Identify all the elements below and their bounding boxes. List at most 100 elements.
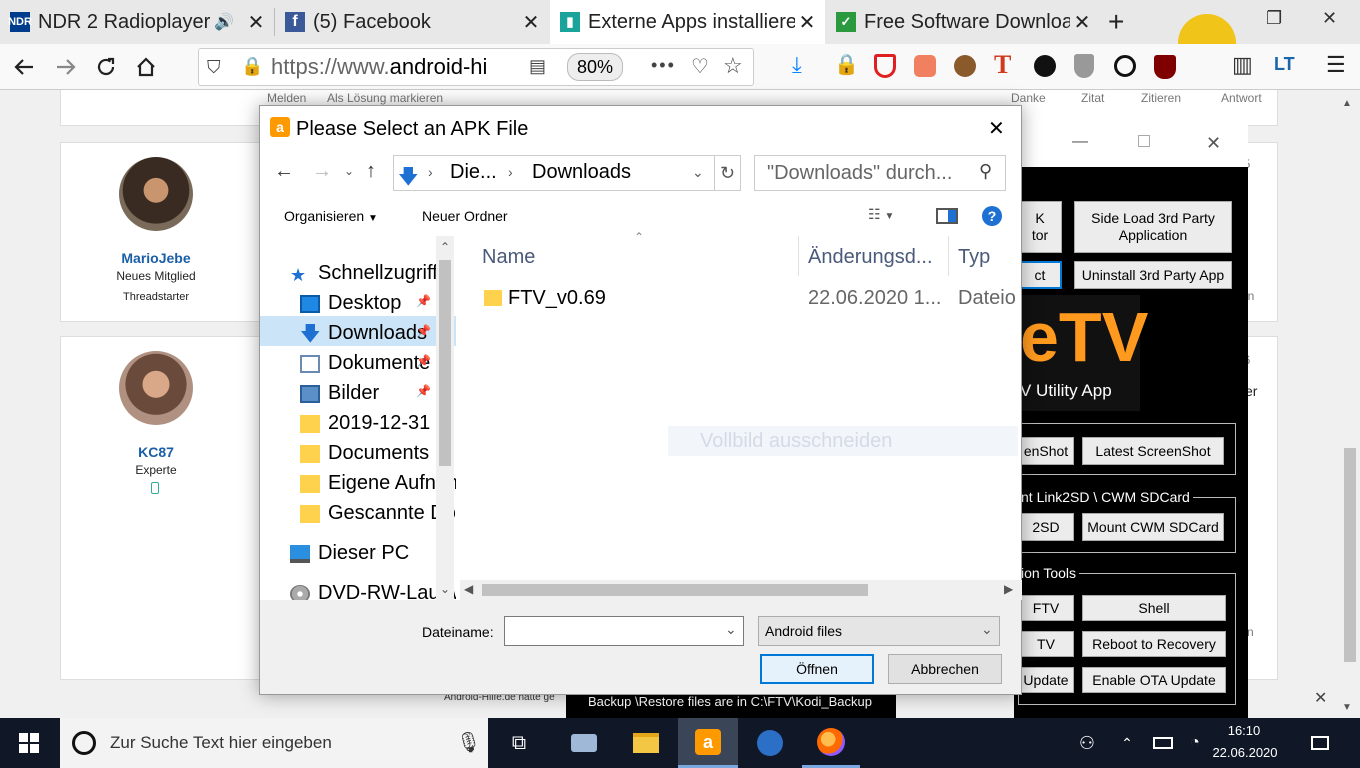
close-banner-icon[interactable]: ✕ xyxy=(1314,688,1327,708)
tab-free-software[interactable]: ✓ Free Software Download ✕ xyxy=(826,0,1100,44)
chevron-down-icon[interactable]: ⌄ xyxy=(725,621,737,638)
pocket-icon[interactable]: ♡ xyxy=(691,54,709,79)
thunderbird-icon[interactable] xyxy=(742,718,798,768)
enable-ota-button[interactable]: Enable OTA Update xyxy=(1082,667,1226,693)
reboot-recovery-button[interactable]: Reboot to Recovery xyxy=(1082,631,1226,657)
back-button[interactable] xyxy=(6,44,42,90)
camera-app-icon[interactable] xyxy=(556,718,612,768)
close-window-button[interactable]: ✕ xyxy=(1322,8,1337,29)
chevron-down-icon[interactable]: ⌄ xyxy=(981,621,993,638)
nav-item-folder[interactable]: Eigene Aufnahmen xyxy=(300,472,456,495)
thanks-link[interactable]: Danke xyxy=(1011,91,1046,105)
shell-button[interactable]: Shell xyxy=(1082,595,1226,621)
hamburger-menu-icon[interactable]: ☰ xyxy=(1326,52,1346,78)
firefox-icon[interactable] xyxy=(802,718,860,768)
nav-item-folder[interactable]: Documents xyxy=(300,442,429,465)
dialog-close-button[interactable]: ✕ xyxy=(988,116,1005,141)
minimize-button[interactable]: — xyxy=(1072,133,1088,151)
search-field[interactable]: "Downloads" durch... ⚲ xyxy=(754,155,1006,191)
zoom-level[interactable]: 80% xyxy=(567,53,623,81)
quote-plus-link[interactable]: Zitat xyxy=(1081,91,1104,105)
breadcrumb-segment[interactable]: Die... xyxy=(450,161,497,184)
scrollbar-thumb[interactable] xyxy=(482,584,868,596)
reply-link[interactable]: Antwort xyxy=(1221,91,1262,105)
privacy-shield-icon[interactable] xyxy=(874,54,896,78)
cancel-button[interactable]: Abbrechen xyxy=(888,654,1002,684)
url-bar[interactable]: ⛉ 🔒 https://www.android-hi ▤ 80% ••• ♡ ☆ xyxy=(198,48,754,86)
nav-item-documents[interactable]: Dokumente xyxy=(300,352,430,375)
preview-pane-icon[interactable] xyxy=(936,208,958,224)
shield-icon[interactable]: ⛉ xyxy=(207,57,221,78)
nav-item-dvd[interactable]: DVD-RW-Laufwerk xyxy=(290,582,456,600)
close-window-button[interactable]: ✕ xyxy=(1206,133,1221,154)
view-options-icon[interactable]: ☷ ▼ xyxy=(868,206,894,223)
restore-button[interactable]: ❐ xyxy=(1266,8,1282,29)
forward-arrow-icon[interactable]: → xyxy=(312,160,332,183)
languagetool-icon[interactable]: LT xyxy=(1274,54,1295,75)
taskbar-search[interactable]: Zur Suche Text hier eingeben 🎙 xyxy=(60,718,488,768)
latest-screenshot-button[interactable]: Latest ScreenShot xyxy=(1082,437,1224,465)
breadcrumb-segment[interactable]: Downloads xyxy=(532,161,631,184)
barcode-icon[interactable]: ▥ xyxy=(1232,52,1253,78)
clock-date[interactable]: 22.06.2020 xyxy=(1210,745,1280,760)
show-hidden-icons[interactable]: ⌃ xyxy=(1116,718,1138,768)
reader-view-icon[interactable]: ▤ xyxy=(529,56,546,77)
battery-icon[interactable] xyxy=(1150,718,1176,768)
file-explorer-icon[interactable] xyxy=(618,718,674,768)
chevron-down-icon[interactable]: ⌄ xyxy=(692,164,704,181)
mount-cwm-button[interactable]: Mount CWM SDCard xyxy=(1082,513,1224,541)
back-arrow-icon[interactable]: ← xyxy=(274,160,294,183)
lock-icon[interactable]: 🔒 xyxy=(241,56,263,77)
filename-input[interactable]: ⌄ xyxy=(504,616,744,646)
close-tab-icon[interactable]: ✕ xyxy=(244,10,268,35)
address-bar[interactable]: 🡇 › Die... › Downloads ⌄ xyxy=(393,155,715,191)
refresh-button[interactable]: ↻ xyxy=(715,155,741,191)
profile-icon[interactable] xyxy=(1034,55,1056,77)
nav-item-quick-access[interactable]: ★ Schnellzugriff xyxy=(290,262,438,285)
report-link[interactable]: Melden xyxy=(267,91,306,105)
nav-item-folder[interactable]: Gescannte Dokumente xyxy=(300,502,456,525)
update-button[interactable]: Update xyxy=(1018,667,1074,693)
ghostery-icon[interactable] xyxy=(1114,55,1136,77)
ublock-icon[interactable] xyxy=(1154,55,1176,79)
people-icon[interactable]: ⚇ xyxy=(1070,718,1104,768)
tab-ndr-radioplayer[interactable]: NDR NDR 2 Radioplayer 🔊 ✕ xyxy=(0,0,274,44)
ftv-button-1[interactable]: FTV xyxy=(1018,595,1074,621)
new-folder-button[interactable]: Neuer Ordner xyxy=(422,208,508,224)
close-tab-icon[interactable]: ✕ xyxy=(1070,10,1094,35)
help-icon[interactable]: ? xyxy=(982,206,1002,226)
shield-extension-icon[interactable] xyxy=(1074,54,1094,78)
username[interactable]: KC87 xyxy=(61,444,251,460)
microphone-icon[interactable]: 🎙 xyxy=(456,730,481,755)
nav-item-folder[interactable]: 2019-12-31 xyxy=(300,412,430,435)
tab-facebook[interactable]: f (5) Facebook ✕ xyxy=(275,0,549,44)
username[interactable]: MarioJebe xyxy=(61,250,251,266)
translate-t-icon[interactable]: T xyxy=(994,50,1011,80)
new-tab-button[interactable]: + xyxy=(1102,0,1142,44)
scrollbar-thumb[interactable] xyxy=(439,260,451,466)
search-icon[interactable]: ⚲ xyxy=(979,161,992,182)
file-row[interactable]: FTV_v0.69 22.06.2020 1... Dateio xyxy=(472,282,1022,314)
column-header-date[interactable]: Änderungsd... xyxy=(808,246,933,269)
file-list-hscrollbar[interactable]: ◀ ▶ xyxy=(460,580,1022,600)
open-button[interactable]: Öffnen xyxy=(760,654,874,684)
nav-pane-scrollbar[interactable]: ⌃ ⌄ xyxy=(436,236,454,600)
start-button[interactable] xyxy=(0,718,58,768)
tab-externe-apps[interactable]: ▮ Externe Apps installieren ✕ xyxy=(550,0,825,44)
maximize-button[interactable] xyxy=(1138,135,1150,147)
close-tab-icon[interactable]: ✕ xyxy=(519,10,543,35)
history-dropdown-icon[interactable]: ⌄ xyxy=(344,164,354,178)
nav-item-pictures[interactable]: Bilder xyxy=(300,382,379,405)
screenshot-button[interactable]: enShot xyxy=(1018,437,1074,465)
cookie-extension-icon[interactable] xyxy=(914,55,936,77)
partial-button-ct[interactable]: ct xyxy=(1018,261,1062,289)
home-button[interactable] xyxy=(128,44,164,90)
organize-menu[interactable]: Organisieren ▼ xyxy=(284,208,378,224)
https-lock-icon[interactable]: 🔒 xyxy=(834,52,859,77)
avatar[interactable] xyxy=(119,351,193,425)
nav-item-desktop[interactable]: Desktop xyxy=(300,292,401,315)
scrollbar-thumb[interactable] xyxy=(1344,448,1356,662)
notifications-icon[interactable] xyxy=(1300,718,1340,768)
nav-item-this-pc[interactable]: Dieser PC xyxy=(290,542,409,565)
downloads-icon[interactable]: ⤓ xyxy=(792,52,802,78)
